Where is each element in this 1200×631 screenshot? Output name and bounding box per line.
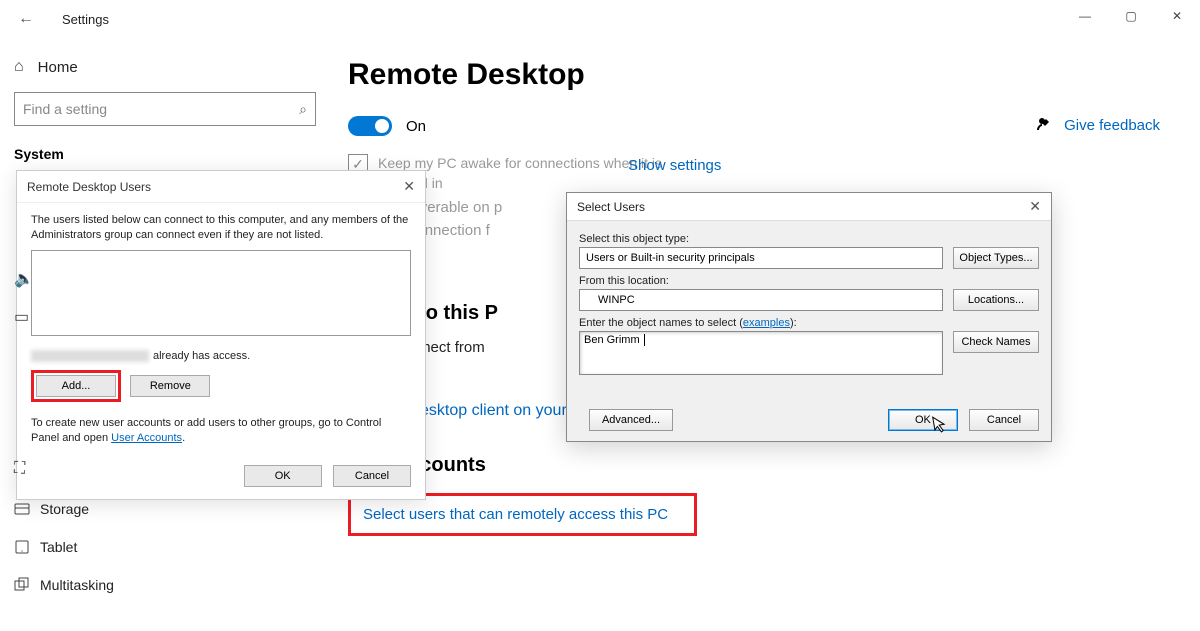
search-input[interactable]: Find a setting ⌕ bbox=[14, 92, 316, 126]
check-names-button[interactable]: Check Names bbox=[953, 331, 1039, 353]
object-names-input[interactable]: Ben Grimm bbox=[579, 331, 943, 375]
sidebar-item-tablet[interactable]: Tablet bbox=[14, 528, 316, 566]
feedback-icon bbox=[1036, 116, 1054, 134]
select-users-link[interactable]: Select users that can remotely access th… bbox=[359, 502, 686, 527]
sidebar-item-label: Tablet bbox=[40, 539, 77, 555]
projecting-icon: ⛶ bbox=[14, 460, 25, 478]
sidebar-item-label: Storage bbox=[40, 501, 89, 517]
close-icon[interactable]: ✕ bbox=[1029, 198, 1041, 215]
add-button[interactable]: Add... bbox=[36, 375, 116, 397]
window-title: Settings bbox=[62, 12, 109, 27]
cancel-button[interactable]: Cancel bbox=[333, 465, 411, 487]
page-title: Remote Desktop bbox=[348, 58, 1180, 92]
mouse-cursor bbox=[932, 414, 949, 434]
sound-icon: 🔈 bbox=[14, 269, 34, 289]
category-system: System bbox=[14, 146, 316, 162]
locations-button[interactable]: Locations... bbox=[953, 289, 1039, 311]
user-accounts-link[interactable]: User Accounts bbox=[111, 432, 182, 444]
dialog-titlebar: Remote Desktop Users ✕ bbox=[17, 171, 425, 203]
search-icon: ⌕ bbox=[299, 101, 307, 118]
remote-desktop-toggle[interactable] bbox=[348, 116, 392, 136]
cancel-button[interactable]: Cancel bbox=[969, 409, 1039, 431]
sidebar-item-multitasking[interactable]: Multitasking bbox=[14, 566, 316, 604]
notifications-icon: ▭ bbox=[14, 307, 29, 327]
highlight-add: Add... bbox=[31, 370, 121, 402]
sidebar-item-label: Multitasking bbox=[40, 577, 114, 593]
storage-icon bbox=[14, 501, 40, 517]
maximize-button[interactable]: ▢ bbox=[1108, 0, 1154, 32]
location-field: WINPC bbox=[579, 289, 943, 311]
home-nav[interactable]: ⌂ Home bbox=[14, 58, 316, 76]
close-button[interactable]: ✕ bbox=[1154, 0, 1200, 32]
location-label: From this location: bbox=[579, 275, 1039, 287]
feedback-label: Give feedback bbox=[1064, 117, 1160, 134]
remove-button[interactable]: Remove bbox=[130, 375, 210, 397]
home-label: Home bbox=[38, 59, 78, 76]
remote-desktop-users-dialog: Remote Desktop Users ✕ The users listed … bbox=[16, 170, 426, 500]
redacted-username bbox=[31, 350, 149, 362]
examples-link[interactable]: examples bbox=[743, 317, 790, 329]
titlebar: ← Settings — ▢ ✕ bbox=[0, 0, 1200, 38]
give-feedback-link[interactable]: Give feedback bbox=[1036, 116, 1160, 134]
object-type-label: Select this object type: bbox=[579, 233, 1039, 245]
tablet-icon bbox=[14, 539, 40, 555]
home-icon: ⌂ bbox=[14, 58, 24, 76]
select-users-dialog: Select Users ✕ Select this object type: … bbox=[566, 192, 1052, 442]
advanced-button[interactable]: Advanced... bbox=[589, 409, 673, 431]
ok-button[interactable]: OK bbox=[244, 465, 322, 487]
dialog-titlebar: Select Users ✕ bbox=[567, 193, 1051, 221]
search-placeholder: Find a setting bbox=[23, 101, 107, 117]
object-types-button[interactable]: Object Types... bbox=[953, 247, 1039, 269]
user-accounts-heading: User accounts bbox=[348, 454, 1180, 477]
object-names-label: Enter the object names to select (exampl… bbox=[579, 317, 1039, 329]
sidebar-item-partial[interactable]: 🔈 ▭ ⛶ bbox=[14, 260, 34, 488]
back-button[interactable]: ← bbox=[18, 10, 34, 28]
dialog-description: The users listed below can connect to th… bbox=[31, 213, 411, 244]
dialog-title: Select Users bbox=[577, 200, 645, 214]
access-note: already has access. bbox=[31, 350, 411, 362]
close-icon[interactable]: ✕ bbox=[403, 178, 415, 195]
dialog-title: Remote Desktop Users bbox=[27, 180, 151, 194]
minimize-button[interactable]: — bbox=[1062, 0, 1108, 32]
users-listbox[interactable] bbox=[31, 250, 411, 336]
multitasking-icon bbox=[14, 577, 40, 593]
show-settings-link[interactable]: Show settings bbox=[628, 157, 721, 174]
hint-text: To create new user accounts or add users… bbox=[31, 416, 411, 447]
object-type-field: Users or Built-in security principals bbox=[579, 247, 943, 269]
toggle-state-label: On bbox=[406, 118, 426, 135]
